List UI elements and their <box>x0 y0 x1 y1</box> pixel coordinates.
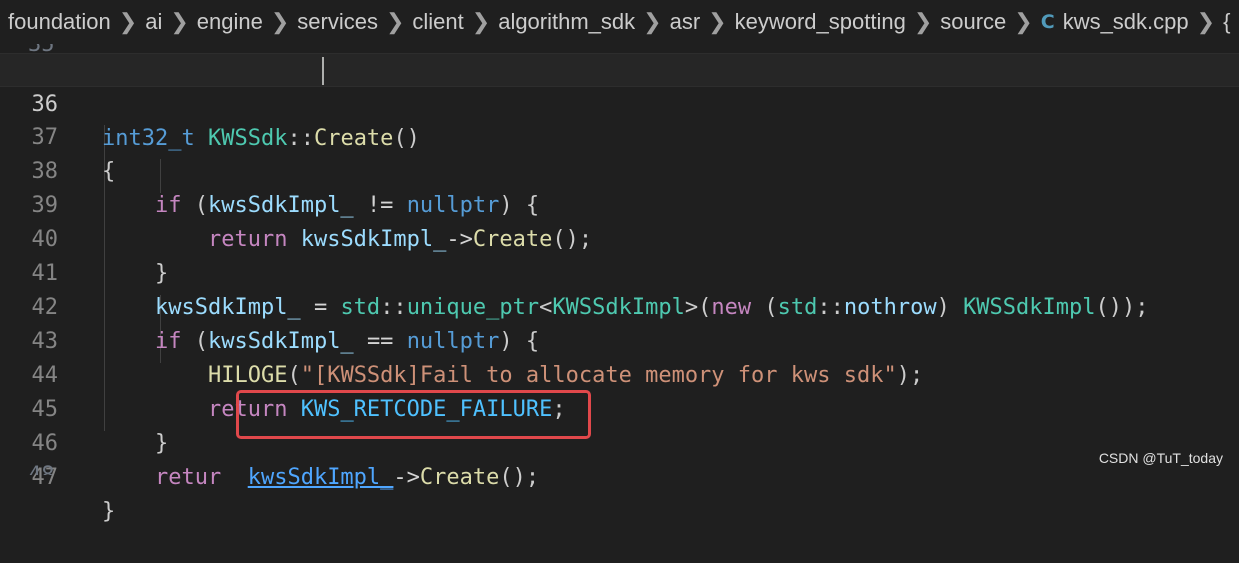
chevron-right-icon: ❯ <box>1196 9 1216 34</box>
breadcrumb-item-engine[interactable]: engine <box>197 9 263 35</box>
code-line[interactable]: 47 } <box>0 427 1239 524</box>
breadcrumb-symbol[interactable]: { <box>1223 9 1230 35</box>
code-line[interactable]: 43 HILOGE("[KWSSdk]Fail to allocate memo… <box>0 291 1239 388</box>
breadcrumb: foundation ❯ ai ❯ engine ❯ services ❯ cl… <box>0 0 1239 44</box>
text-cursor <box>322 57 324 85</box>
line-content: } <box>102 499 116 524</box>
watermark: CSDN @TuT_today <box>1098 450 1223 466</box>
breadcrumb-item-algorithm-sdk[interactable]: algorithm_sdk <box>498 9 635 35</box>
breadcrumb-item-services[interactable]: services <box>297 9 378 35</box>
breadcrumb-item-file[interactable]: kws_sdk.cpp <box>1063 9 1189 35</box>
breadcrumb-item-asr[interactable]: asr <box>670 9 701 35</box>
breadcrumb-item-keyword-spotting[interactable]: keyword_spotting <box>735 9 906 35</box>
chevron-right-icon: ❯ <box>1014 9 1033 34</box>
chevron-right-icon: ❯ <box>643 9 662 34</box>
chevron-right-icon: ❯ <box>385 9 405 34</box>
code-line[interactable]: 46 retur kwsSdkImpl_->Create(); <box>0 393 1239 490</box>
code-line[interactable]: 36 int32_t KWSSdk::Create() <box>0 53 1239 151</box>
chevron-right-icon: ❯ <box>471 9 491 34</box>
code-line[interactable]: 45 } <box>0 359 1239 456</box>
breadcrumb-item-client[interactable]: client <box>412 9 463 35</box>
chevron-right-icon: ❯ <box>708 9 727 34</box>
breadcrumb-item-foundation[interactable]: foundation <box>8 9 111 35</box>
annotation-highlight-box <box>236 390 591 439</box>
code-line[interactable]: 44 return KWS_RETCODE_FAILURE; <box>0 325 1239 422</box>
chevron-right-icon: ❯ <box>170 9 189 34</box>
chevron-right-icon: ❯ <box>270 9 290 34</box>
partial-line-bottom: 48 <box>0 463 1239 475</box>
cpp-file-icon: C <box>1040 11 1055 33</box>
code-line[interactable]: 41 kwsSdkImpl_ = std::unique_ptr<KWSSdkI… <box>0 223 1239 320</box>
breadcrumb-item-ai[interactable]: ai <box>145 9 162 35</box>
code-line[interactable]: 40 } <box>0 189 1239 286</box>
code-line[interactable]: 37 { <box>0 87 1239 184</box>
breadcrumb-item-source[interactable]: source <box>940 9 1006 35</box>
code-line[interactable]: 38 if (kwsSdkImpl_ != nullptr) { <box>0 121 1239 218</box>
line-number: 48 <box>28 463 55 475</box>
chevron-right-icon: ❯ <box>913 9 933 34</box>
code-line[interactable]: 42 if (kwsSdkImpl_ == nullptr) { <box>0 257 1239 354</box>
chevron-right-icon: ❯ <box>118 9 138 34</box>
code-line[interactable]: 39 return kwsSdkImpl_->Create(); <box>0 155 1239 252</box>
